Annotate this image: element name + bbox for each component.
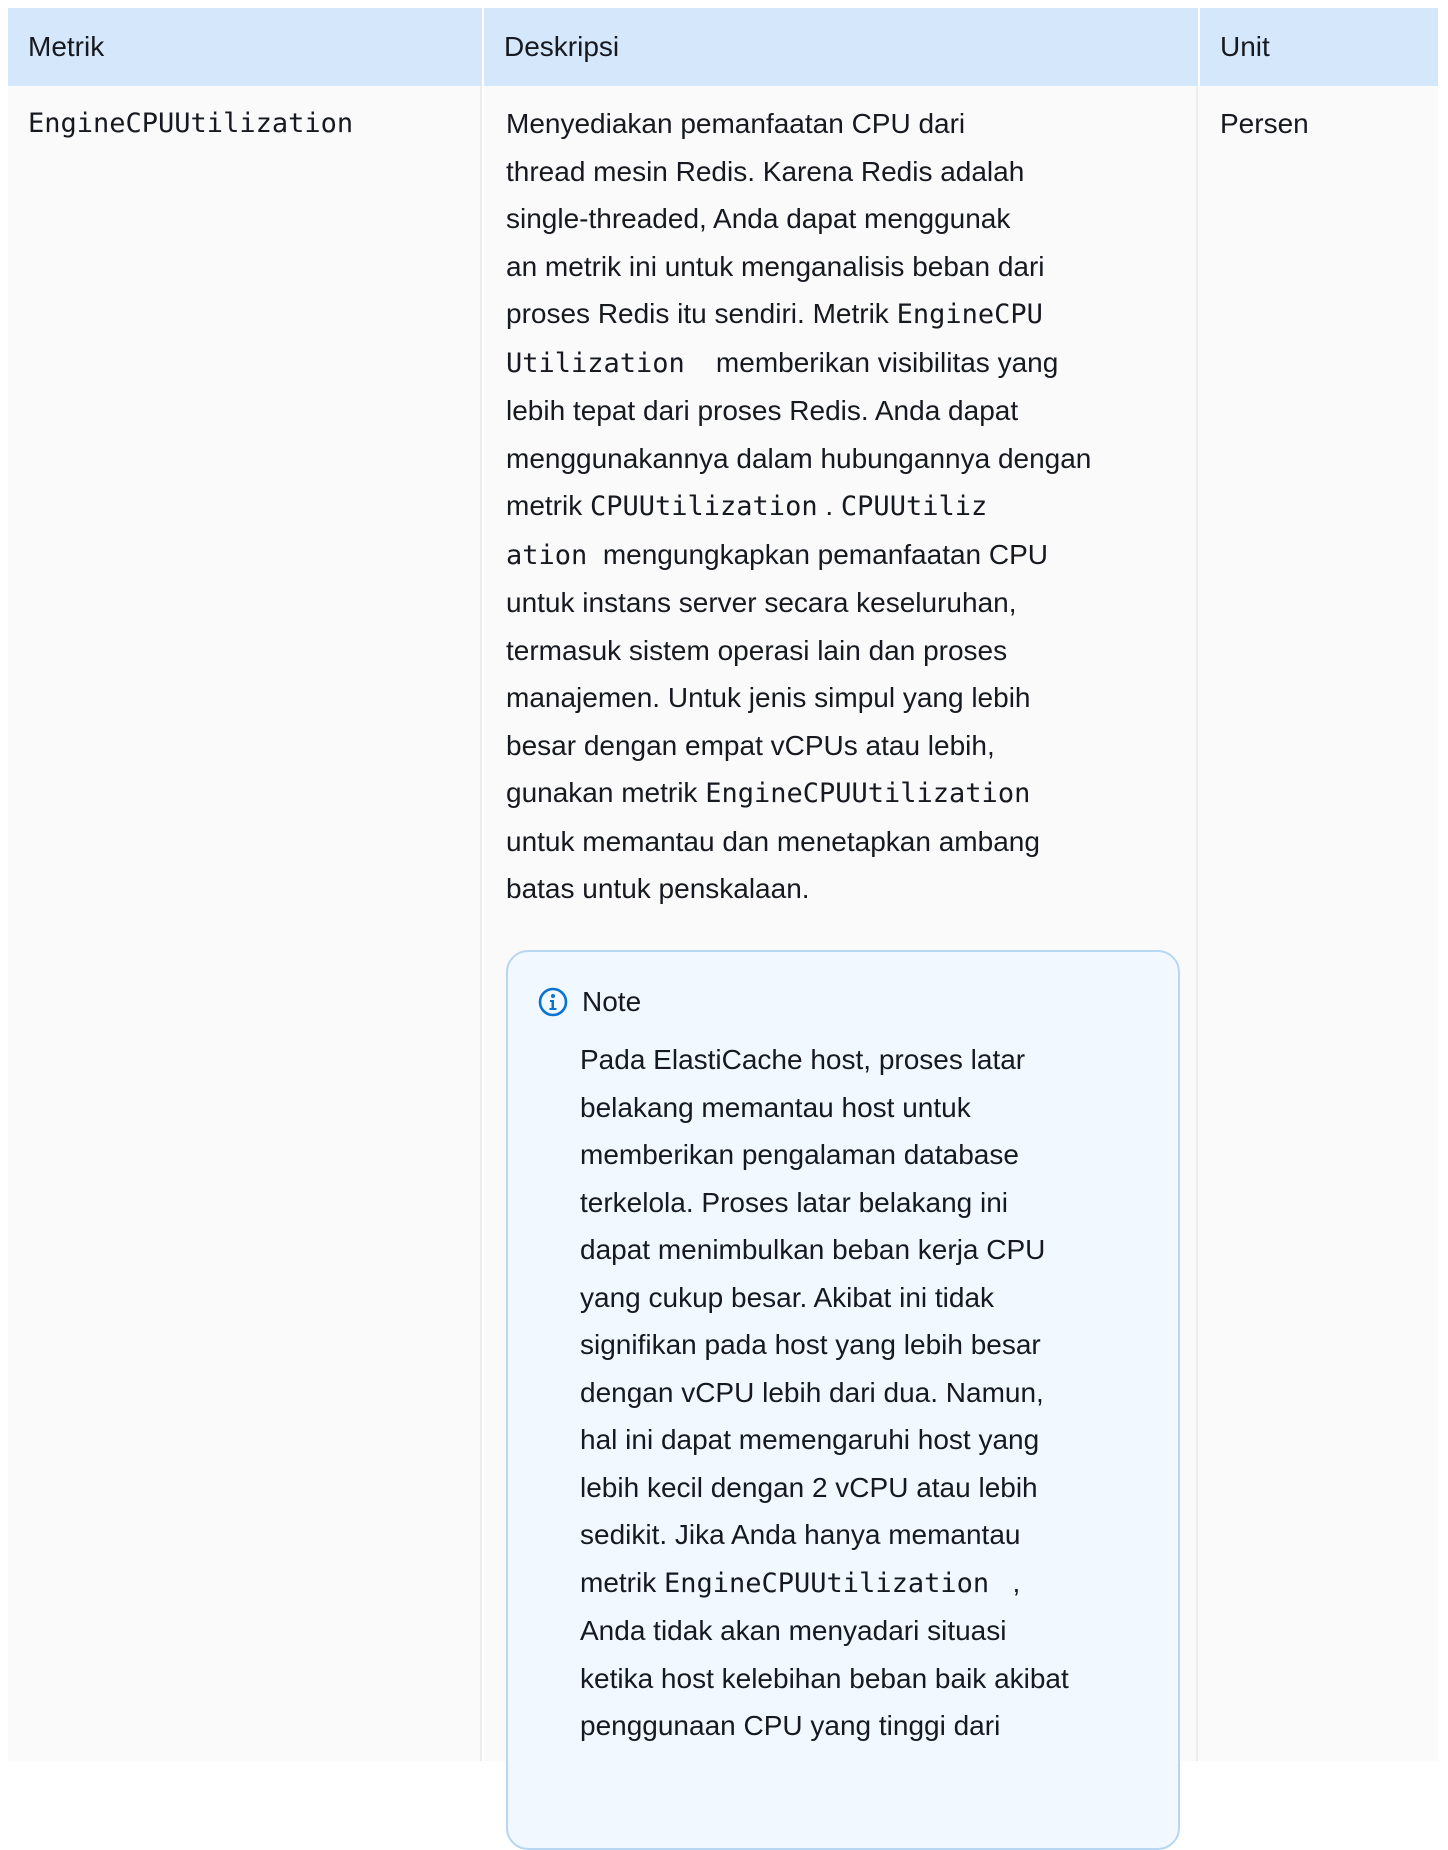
description-line: besar dengan empat vCPUs atau lebih, [506,729,995,761]
note-line: dengan vCPU lebih dari dua. Namun, [580,1376,1044,1408]
description-text: gunakan metrik [506,777,706,808]
description-text: . [817,490,841,521]
note-line: dapat menimbulkan beban kerja CPU [580,1234,1046,1265]
description-line: proses Redis itu sendiri. Metrik EngineC… [506,290,1146,339]
column-header-unit: Unit [1200,8,1438,86]
note-line: belakang memantau host untuk [580,1091,971,1123]
code-cpu-utilization: CPUUtilization [590,491,818,522]
description-line: manajemen. Untuk jenis simpul yang lebih [506,682,1031,713]
description-cell: Menyediakan pemanfaatan CPU dari thread … [484,86,1198,1850]
description-line: untuk instans server secara keseluruhan, [506,587,1017,618]
column-header-description: Deskripsi [484,8,1198,86]
metric-name: EngineCPUUtilization [28,108,354,139]
unit-cell: Persen [1198,86,1438,1761]
description-text: memberikan visibilitas yang [684,346,1059,378]
note-text: metrik [580,1566,664,1598]
description-text: proses Redis itu sendiri. Metrik [506,298,897,329]
note-line: terkelola. Proses latar belakang ini [580,1186,1009,1218]
note-line: penggunaan CPU yang tinggi dari [580,1710,1001,1741]
info-icon [538,987,568,1017]
note-line: yang cukup besar. Akibat ini tidak [580,1281,995,1313]
note-line: sedikit. Jika Anda hanya memantau [580,1519,1021,1550]
note-line: signifikan pada host yang lebih besar [580,1329,1041,1360]
description-line: Utilization memberikan visibilitas yang [506,339,1146,388]
description-line: untuk memantau dan menetapkan ambang [506,825,1040,857]
metric-description: Menyediakan pemanfaatan CPU dari thread … [506,100,1146,913]
note-header: Note [538,982,641,1022]
note-title: Note [582,986,642,1017]
table-header-row: Metrik Deskripsi Unit [8,8,1438,86]
description-line: ation mengungkapkan pemanfaatan CPU [506,531,1146,580]
metrics-table: Metrik Deskripsi Unit EngineCPUUtilizati… [8,8,1438,1850]
code-cpu-utilization: CPUUtiliz [840,491,988,522]
description-line: Menyediakan pemanfaatan CPU dari [506,108,966,139]
code-engine-cpu-utilization: EngineCPUUtilization [664,1567,990,1599]
note-text: , [989,1566,1021,1598]
code-engine-cpu-utilization: EngineCPUUtilization [705,778,1031,809]
note-callout: Note Pada ElastiCache host, proses latar… [506,950,1180,1850]
column-header-metric: Metrik [8,8,482,86]
description-line: thread mesin Redis. Karena Redis adalah [506,155,1025,187]
note-line: lebih kecil dengan 2 vCPU atau lebih [580,1471,1038,1503]
note-line: metrik EngineCPUUtilization , [580,1559,1160,1608]
code-engine-cpu-utilization: EngineCPU [896,299,1043,330]
description-text: mengungkapkan pemanfaatan CPU [587,538,1049,570]
note-line: Pada ElastiCache host, proses latar [580,1044,1026,1075]
note-line: memberikan pengalaman database [580,1139,1019,1170]
description-line: metrik CPUUtilization . CPUUtiliz [506,482,1146,531]
metric-cell: EngineCPUUtilization [8,86,482,1761]
code-cpu-utilization: ation [506,539,588,571]
note-line: ketika host kelebihan beban baik akibat [580,1662,1069,1694]
table-row: EngineCPUUtilization Menyediakan pemanfa… [8,86,1438,1850]
code-engine-cpu-utilization: Utilization [506,347,685,379]
note-line: hal ini dapat memengaruhi host yang [580,1424,1040,1455]
description-line: menggunakannya dalam hubungannya dengan [506,442,1092,474]
description-line: gunakan metrik EngineCPUUtilization [506,769,1146,818]
description-line: termasuk sistem operasi lain dan proses [506,634,1008,666]
note-line: Anda tidak akan menyadari situasi [580,1615,1007,1646]
description-line: single-threaded, Anda dapat menggunak [506,203,1011,234]
unit-value: Persen [1220,108,1309,139]
description-text: metrik [506,490,590,521]
note-body: Pada ElastiCache host, proses latar bela… [580,1036,1160,1750]
description-line: batas untuk penskalaan. [506,873,810,904]
description-line: an metrik ini untuk menganalisis beban d… [506,250,1045,282]
description-line: lebih tepat dari proses Redis. Anda dapa… [506,395,1019,426]
